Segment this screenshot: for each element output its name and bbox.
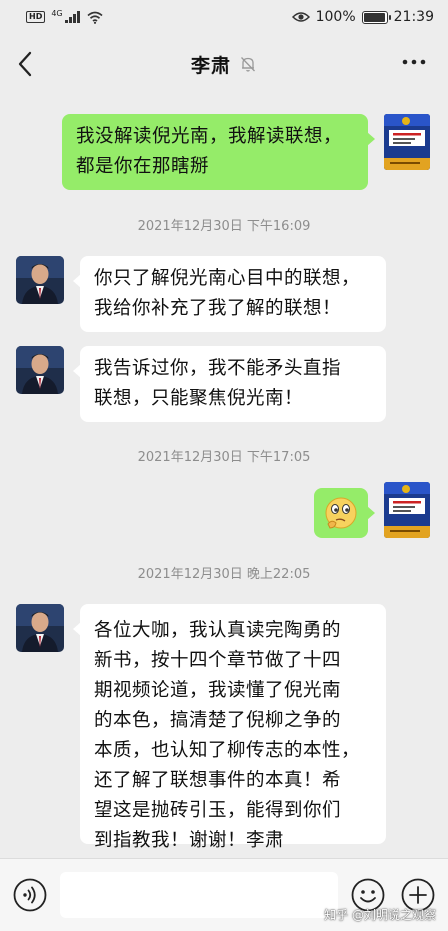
person-avatar-icon [16,604,64,652]
contact-avatar[interactable] [16,346,64,394]
message-bubble[interactable]: 我没解读倪光南，我解读联想， 都是你在那瞎掰 [62,114,375,190]
more-options-icon[interactable] [402,56,426,68]
network-type: 4G [51,8,63,18]
message-text-line: 的本色，搞清楚了倪柳之争的 [94,710,342,731]
contact-avatar[interactable] [16,604,64,652]
status-right: 100% 21:39 [291,9,434,25]
message-text-line: 望这是抛砖引玉，能得到你们 [94,800,342,821]
person-avatar-icon [16,346,64,394]
message-bubble[interactable]: 各位大咖，我认真读完陶勇的 新书，按十四个章节做了十四 期视频论道，我读懂了倪光… [73,604,386,851]
message-text-line: 还了解了联想事件的本真！希 [94,770,342,791]
chat-header: 李肃 [0,34,448,94]
thinking-face-emoji-icon [325,497,357,529]
timestamp: 2021年12月30日 下午17:05 [137,450,311,465]
message-bubble[interactable]: 我告诉过你，我不能矛头直指 联想，只能聚焦倪光南！ [73,346,386,422]
chat-title: 李肃 [190,54,231,77]
battery-percentage: 100% [315,9,356,25]
battery-icon [361,10,391,24]
status-left: HD 4G [26,8,103,24]
status-bar: HD 4G 100% 21:39 [0,0,448,34]
clock: 21:39 [393,9,434,25]
my-avatar[interactable] [384,482,430,538]
cellular-signal-icon [64,11,80,23]
timestamp: 2021年12月30日 晚上22:05 [137,567,311,582]
contact-avatar[interactable] [16,256,64,304]
watermark: 知乎 @刘明说之观察 [324,906,436,923]
battery-level [363,12,385,22]
timestamp: 2021年12月30日 下午16:09 [137,219,311,234]
book-cover-avatar-icon [384,114,430,170]
message-text-line: 到指教我！谢谢！李肃 [94,830,285,851]
muted-bell-icon [241,57,255,72]
hd-indicator: HD [26,11,46,23]
message-text-line: 我给你补充了我了解的联想！ [94,298,342,319]
message-text-line: 联想，只能聚焦倪光南！ [94,388,304,409]
eye-comfort-icon [291,12,310,22]
message-input[interactable] [60,872,338,918]
book-cover-avatar-icon [384,482,430,538]
message-text-line: 本质，也认知了柳传志的本性， [94,740,361,761]
voice-input-icon[interactable] [12,877,48,913]
back-arrow-icon[interactable] [14,50,38,78]
message-text-line: 都是你在那瞎掰 [76,156,210,177]
message-text-line: 你只了解倪光南心目中的联想， [94,268,361,289]
my-avatar[interactable] [384,114,430,170]
message-text-line: 我告诉过你，我不能矛头直指 [94,358,342,379]
wifi-icon [87,11,103,24]
message-text-line: 期视频论道，我读懂了倪光南 [94,680,342,701]
sticker-bubble[interactable] [314,488,375,538]
message-bubble[interactable]: 你只了解倪光南心目中的联想， 我给你补充了我了解的联想！ [73,256,386,332]
message-text-line: 我没解读倪光南，我解读联想， [76,126,343,147]
message-text-line: 新书，按十四个章节做了十四 [94,650,342,671]
watermark-text: 知乎 @刘明说之观察 [324,908,436,922]
message-text-line: 各位大咖，我认真读完陶勇的 [94,620,342,641]
chat-input-bar: 知乎 @刘明说之观察 [0,858,448,931]
person-avatar-icon [16,256,64,304]
